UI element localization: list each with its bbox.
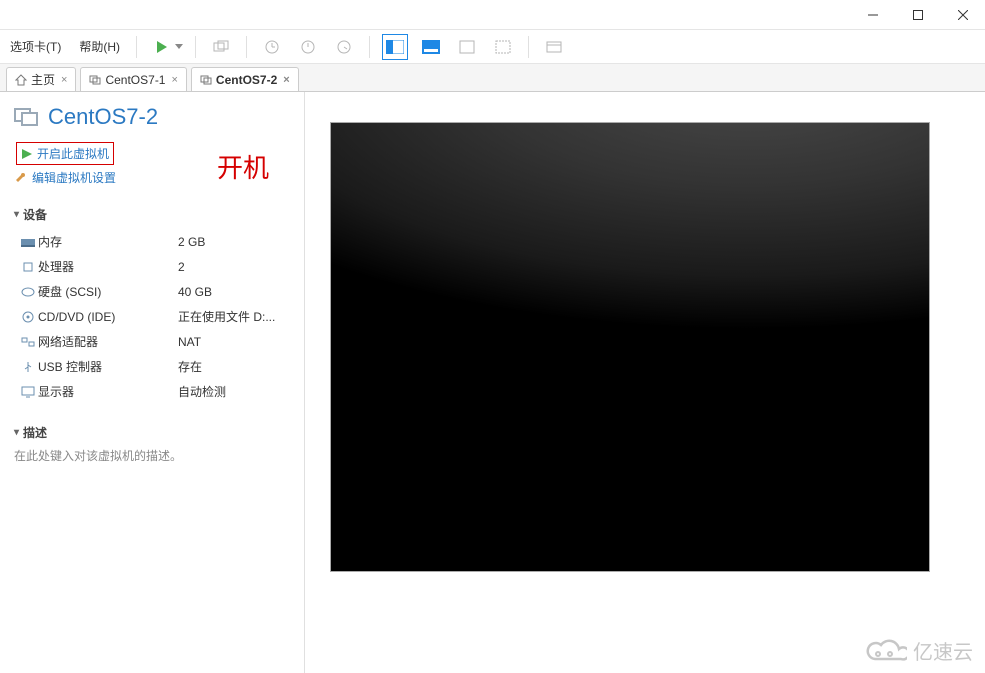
disk-icon xyxy=(18,287,38,297)
description-placeholder[interactable]: 在此处键入对该虚拟机的描述。 xyxy=(14,447,290,464)
clock-plus-icon xyxy=(264,39,280,55)
minimize-button[interactable] xyxy=(850,0,895,30)
unity-button[interactable] xyxy=(490,34,516,60)
maximize-button[interactable] xyxy=(895,0,940,30)
clock-gear-icon xyxy=(336,39,352,55)
description-header-label: 描述 xyxy=(23,424,47,441)
network-icon xyxy=(18,337,38,347)
minimize-icon xyxy=(868,10,878,20)
stack-icon xyxy=(213,40,229,54)
tab-home-label: 主页 xyxy=(31,71,55,88)
fullscreen-button[interactable] xyxy=(454,34,480,60)
library-button[interactable] xyxy=(541,34,567,60)
fullscreen-icon xyxy=(459,40,475,54)
wrench-icon xyxy=(16,172,28,184)
close-icon xyxy=(958,10,968,20)
clock-back-icon xyxy=(300,39,316,55)
play-button-group[interactable] xyxy=(149,34,183,60)
tab-bar: 主页 × CentOS7-1 × CentOS7-2 × xyxy=(0,64,985,92)
menu-bar: 选项卡(T) 帮助(H) xyxy=(0,30,985,64)
vm-icon xyxy=(200,74,212,86)
device-display[interactable]: 显示器 自动检测 xyxy=(14,379,290,404)
cd-icon xyxy=(18,311,38,323)
device-cd-value: 正在使用文件 D:... xyxy=(178,308,275,325)
tab-close-icon[interactable]: × xyxy=(283,74,289,86)
tab-centos7-1[interactable]: CentOS7-1 × xyxy=(80,67,186,91)
snapshot-manage-button[interactable] xyxy=(331,34,357,60)
device-cd[interactable]: CD/DVD (IDE) 正在使用文件 D:... xyxy=(14,304,290,329)
tab-home[interactable]: 主页 × xyxy=(6,67,76,91)
device-cpu-value: 2 xyxy=(178,260,185,274)
device-cpu-label: 处理器 xyxy=(38,258,178,275)
menu-options-tab[interactable]: 选项卡(T) xyxy=(6,36,65,57)
device-display-value: 自动检测 xyxy=(178,383,226,400)
tab-centos7-1-label: CentOS7-1 xyxy=(105,73,165,87)
separator xyxy=(369,36,370,58)
send-ctrlaltdel-button[interactable] xyxy=(208,34,234,60)
snapshot-revert-button[interactable] xyxy=(295,34,321,60)
device-usb[interactable]: USB 控制器 存在 xyxy=(14,354,290,379)
device-disk[interactable]: 硬盘 (SCSI) 40 GB xyxy=(14,279,290,304)
memory-icon xyxy=(18,237,38,247)
separator xyxy=(246,36,247,58)
device-network-label: 网络适配器 xyxy=(38,333,178,350)
watermark-text: 亿速云 xyxy=(913,636,973,665)
watermark: 亿速云 xyxy=(863,636,973,665)
device-network[interactable]: 网络适配器 NAT xyxy=(14,329,290,354)
description-section-header[interactable]: 描述 xyxy=(14,424,290,441)
edit-settings-label: 编辑虚拟机设置 xyxy=(32,169,116,186)
right-panel xyxy=(305,92,985,673)
vm-title-row: CentOS7-2 xyxy=(14,104,290,130)
device-memory-value: 2 GB xyxy=(178,235,205,249)
vm-preview-screen[interactable] xyxy=(330,122,930,572)
play-icon xyxy=(149,34,175,60)
play-icon xyxy=(21,148,33,160)
vm-icon xyxy=(89,74,101,86)
console-icon xyxy=(422,40,440,54)
power-on-link[interactable]: 开启此虚拟机 xyxy=(16,142,114,165)
usb-icon xyxy=(18,361,38,373)
close-button[interactable] xyxy=(940,0,985,30)
separator xyxy=(528,36,529,58)
device-memory[interactable]: 内存 2 GB xyxy=(14,229,290,254)
device-disk-label: 硬盘 (SCSI) xyxy=(38,283,178,300)
device-cd-label: CD/DVD (IDE) xyxy=(38,310,178,324)
annotation-power-on: 开机 xyxy=(217,148,269,185)
cloud-icon xyxy=(863,637,907,665)
tab-close-icon[interactable]: × xyxy=(171,74,177,86)
unity-icon xyxy=(495,40,511,54)
device-network-value: NAT xyxy=(178,335,201,349)
separator xyxy=(136,36,137,58)
device-usb-label: USB 控制器 xyxy=(38,358,178,375)
device-disk-value: 40 GB xyxy=(178,285,212,299)
device-usb-value: 存在 xyxy=(178,358,202,375)
dropdown-icon xyxy=(175,44,183,50)
maximize-icon xyxy=(913,10,923,20)
devices-section-header[interactable]: 设备 xyxy=(14,206,290,223)
title-bar xyxy=(0,0,985,30)
snapshot-take-button[interactable] xyxy=(259,34,285,60)
devices-header-label: 设备 xyxy=(23,206,47,223)
device-cpu[interactable]: 处理器 2 xyxy=(14,254,290,279)
sidebar-view-icon xyxy=(386,40,404,54)
device-display-label: 显示器 xyxy=(38,383,178,400)
view-console-button[interactable] xyxy=(418,34,444,60)
cpu-icon xyxy=(18,261,38,273)
display-icon xyxy=(18,386,38,398)
home-icon xyxy=(15,74,27,86)
vm-title: CentOS7-2 xyxy=(48,104,158,130)
separator xyxy=(195,36,196,58)
device-memory-label: 内存 xyxy=(38,233,178,250)
menu-help[interactable]: 帮助(H) xyxy=(75,36,124,57)
tab-centos7-2[interactable]: CentOS7-2 × xyxy=(191,67,299,91)
power-on-label: 开启此虚拟机 xyxy=(37,145,109,162)
tab-close-icon[interactable]: × xyxy=(61,74,67,86)
tab-centos7-2-label: CentOS7-2 xyxy=(216,73,277,87)
library-icon xyxy=(546,40,562,54)
view-sidebar-button[interactable] xyxy=(382,34,408,60)
content: CentOS7-2 开启此虚拟机 编辑虚拟机设置 设备 内存 2 GB 处理器 … xyxy=(0,92,985,673)
vm-title-icon xyxy=(14,105,40,129)
